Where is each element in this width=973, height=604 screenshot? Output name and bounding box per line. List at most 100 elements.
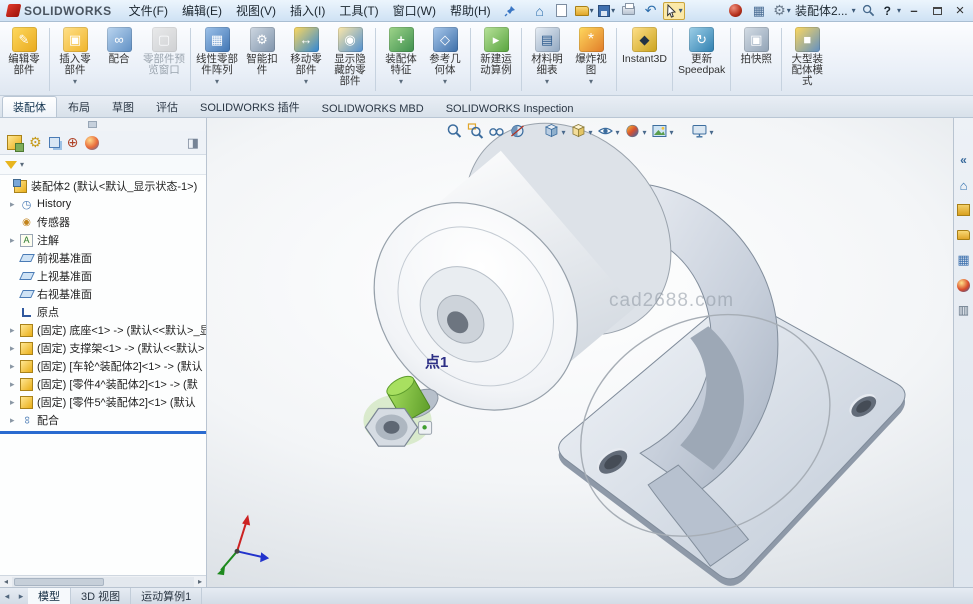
ribbon-exploded-view[interactable]: 爆炸视 图 [569,24,613,95]
chevron-down-icon[interactable] [643,128,647,137]
menu-edit[interactable]: 编辑(E) [175,0,229,21]
save-icon[interactable] [597,2,617,20]
expand-caret-icon[interactable] [10,397,20,408]
view-settings-icon[interactable] [692,123,708,142]
chevron-down-icon[interactable] [589,77,593,86]
menu-file[interactable]: 文件(F) [122,0,175,21]
expand-caret-icon[interactable] [10,199,20,210]
tree-item-wheel[interactable]: (固定) [车轮^装配体2]<1> -> (默认 [0,357,206,375]
chevron-down-icon[interactable] [710,128,714,137]
featuremanager-tree-icon[interactable] [7,135,22,150]
ribbon-insert-component[interactable]: 插入零 部件 [53,24,97,95]
hide-show-items-icon[interactable] [597,123,613,142]
tab-sw-addins[interactable]: SOLIDWORKS 插件 [189,96,311,117]
panel-options-icon[interactable] [187,135,199,151]
tree-item-mates[interactable]: 配合 [0,411,206,429]
ribbon-smart-fasteners[interactable]: 智能扣 件 [240,24,284,95]
filter-funnel-icon[interactable] [5,161,17,169]
appearances-scenes-icon[interactable] [956,277,972,293]
tree-item-part5[interactable]: (固定) [零件5^装配体2]<1> (默认 [0,393,206,411]
chevron-down-icon[interactable] [215,77,219,86]
section-view-icon[interactable] [509,123,525,142]
scrollbar-track[interactable] [12,577,194,587]
print-icon[interactable] [619,2,639,20]
zoom-fit-icon[interactable] [446,123,462,142]
ribbon-bill-of-materials[interactable]: 材料明 细表 [525,24,569,95]
view-orientation-icon[interactable] [543,123,559,142]
minimize-button[interactable] [904,3,924,19]
ribbon-move-component[interactable]: 移动零 部件 [284,24,328,95]
select-cursor-icon[interactable] [663,2,685,20]
restore-button[interactable] [927,3,947,19]
tab-scroll-right-icon[interactable] [14,588,28,604]
ribbon-large-assembly-mode[interactable]: 大型装 配体模 式 [785,24,829,95]
apply-scene-icon[interactable] [652,123,668,142]
new-document-icon[interactable] [552,2,572,20]
ribbon-update-speedpak[interactable]: 更新 Speedpak [676,24,727,95]
chevron-down-icon[interactable] [670,128,674,137]
zoom-area-icon[interactable] [467,123,483,142]
chevron-down-icon[interactable] [73,77,77,86]
tree-item-bracket[interactable]: (固定) 支撑架<1> -> (默认<<默认> [0,339,206,357]
document-name[interactable]: 装配体2... [795,2,848,19]
ribbon-linear-pattern[interactable]: 线性零部 件阵列 [194,24,240,95]
expand-caret-icon[interactable] [10,343,20,354]
menu-insert[interactable]: 插入(I) [283,0,332,21]
chevron-down-icon[interactable] [590,6,594,15]
tab-sw-mbd[interactable]: SOLIDWORKS MBD [311,100,435,117]
pin-menubar-icon[interactable] [504,5,516,17]
chevron-down-icon[interactable] [679,6,683,15]
tree-item-front-plane[interactable]: 前视基准面 [0,249,206,267]
graphics-viewport[interactable]: cad2688.com 点1 [207,118,953,587]
3d-scene[interactable] [207,118,953,587]
search-icon[interactable] [859,2,879,20]
menu-tools[interactable]: 工具(T) [332,0,385,21]
expand-caret-icon[interactable] [10,415,20,426]
tree-item-annotations[interactable]: 注解 [0,231,206,249]
ribbon-new-motion-study[interactable]: 新建运 动算例 [474,24,518,95]
chevron-down-icon[interactable] [787,6,791,15]
tab-assembly[interactable]: 装配体 [2,96,57,117]
splitter-grip-icon[interactable] [88,121,97,128]
tree-item-part4[interactable]: (固定) [零件4^装配体2]<1> -> (默 [0,375,206,393]
apps-grid-icon[interactable] [749,2,769,20]
design-library-icon[interactable] [956,202,972,218]
chevron-down-icon[interactable] [399,77,403,86]
tree-item-root[interactable]: 装配体2 (默认<默认_显示状态-1>) [0,177,206,195]
ribbon-show-hidden-components[interactable]: 显示隐 藏的零 部件 [328,24,372,95]
chevron-down-icon[interactable] [20,160,24,169]
tab-sw-inspection[interactable]: SOLIDWORKS Inspection [435,100,585,117]
chevron-down-icon[interactable] [852,6,856,15]
chevron-down-icon[interactable] [611,6,615,15]
close-button[interactable] [950,3,970,19]
help-button[interactable]: ? [882,4,893,18]
dimxpert-icon[interactable] [67,134,79,151]
expand-caret-icon[interactable] [10,379,20,390]
tab-evaluate[interactable]: 评估 [145,96,189,117]
custom-properties-icon[interactable] [956,302,972,318]
home-icon[interactable] [530,2,550,20]
statusbar-tab-model[interactable]: 模型 [28,588,71,604]
edit-appearance-icon[interactable] [625,123,641,142]
3dexperience-sphere-icon[interactable] [726,2,746,20]
expand-caret-icon[interactable] [10,235,20,246]
tab-scroll-left-icon[interactable] [0,588,14,604]
rollback-bar[interactable] [0,431,206,434]
tree-item-top-plane[interactable]: 上视基准面 [0,267,206,285]
scrollbar-thumb[interactable] [14,578,104,586]
ribbon-edit-component[interactable]: 编辑零 部件 [2,24,46,95]
ribbon-assembly-features[interactable]: 装配体 特征 [379,24,423,95]
solidworks-resources-icon[interactable] [956,177,972,193]
tree-item-history[interactable]: History [0,195,206,213]
display-style-icon[interactable] [570,123,586,142]
tree-item-base[interactable]: (固定) 底座<1> -> (默认<<默认>_显 [0,321,206,339]
previous-view-icon[interactable] [488,123,504,142]
menu-window[interactable]: 窗口(W) [386,0,443,21]
chevron-down-icon[interactable] [561,128,565,137]
scroll-right-icon[interactable] [194,577,206,586]
tree-item-sensors[interactable]: 传感器 [0,213,206,231]
expand-caret-icon[interactable] [10,325,20,336]
chevron-down-icon[interactable] [588,128,592,137]
chevron-down-icon[interactable] [897,6,901,15]
chevron-down-icon[interactable] [545,77,549,86]
